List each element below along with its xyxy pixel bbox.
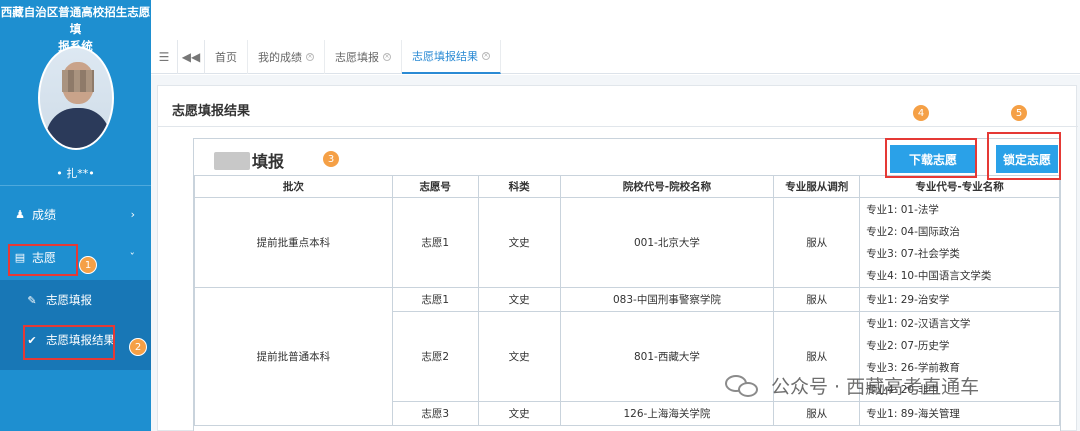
- batch-cell: 提前批普通本科: [194, 287, 393, 426]
- major-item: 专业2: 04-国际政治: [866, 225, 960, 238]
- step-badge-1: 1: [79, 256, 97, 274]
- close-icon[interactable]: ×: [306, 52, 314, 61]
- wechat-icon: [725, 373, 761, 399]
- tab-home[interactable]: 首页: [205, 39, 248, 74]
- school-cell: 001-北京大学: [559, 197, 775, 288]
- menu-icon[interactable]: ☰: [151, 50, 177, 64]
- table-row: 提前批普通本科 志愿1 文史 083-中国刑事警察学院 服从 专业1: 29-治…: [194, 287, 1060, 426]
- tab-volunteer-result[interactable]: 志愿填报结果 ×: [402, 39, 501, 74]
- user-name-dropdown[interactable]: • 扎**•: [0, 165, 151, 181]
- majors-cell: 专业1: 29-治安学: [859, 287, 1060, 312]
- sidebar-item-scores[interactable]: ♟ 成绩 ›: [0, 195, 151, 233]
- rewind-icon[interactable]: ◀◀: [178, 50, 204, 64]
- tab-label: 志愿填报: [335, 50, 379, 64]
- adjust-cell: 服从: [773, 401, 861, 426]
- major-item: 专业1: 02-汉语言文学: [866, 317, 971, 330]
- sidebar-subitem-label: 志愿填报: [46, 293, 92, 307]
- major-item: 专业4: 10-中国语言文学类: [866, 269, 992, 282]
- type-cell: 文史: [477, 197, 561, 288]
- type-cell: 文史: [477, 287, 561, 312]
- nav-divider: [0, 185, 151, 186]
- highlight-result: [23, 325, 115, 360]
- adjust-cell: 服从: [773, 197, 861, 288]
- majors-cell: 专业1: 01-法学 专业2: 04-国际政治 专业3: 07-社会学类 专业4…: [859, 197, 1060, 288]
- app-window: 西藏自治区普通高校招生志愿填 报系统 • 扎**• ♟ 成绩 › ▤ 志愿 ˇ …: [0, 0, 1080, 431]
- step-badge-5: 5: [1010, 104, 1028, 122]
- panel-title: 志愿填报结果: [172, 104, 251, 119]
- school-cell: 126-上海海关学院: [559, 401, 775, 426]
- blurred-name: [214, 152, 250, 170]
- tab-my-scores[interactable]: 我的成绩 ×: [248, 39, 325, 74]
- system-title-line1: 西藏自治区普通高校招生志愿填: [0, 5, 151, 36]
- step-badge-2: 2: [129, 338, 147, 356]
- majors-cell: 专业1: 89-海关管理: [859, 401, 1060, 426]
- tab-volunteer-fill[interactable]: 志愿填报 ×: [325, 39, 402, 74]
- volunteer-no-cell: 志愿1: [391, 197, 479, 288]
- card-title: 填报: [214, 148, 284, 172]
- watermark: 公众号 · 西藏高考直通车: [725, 372, 979, 399]
- volunteer-no-cell: 志愿2: [391, 311, 479, 402]
- column-header: 专业服从调剂: [773, 175, 861, 198]
- step-badge-3: 3: [322, 150, 340, 168]
- highlight-download: [885, 138, 977, 178]
- major-item: 专业3: 07-社会学类: [866, 247, 960, 260]
- major-item: 专业1: 01-法学: [866, 203, 939, 216]
- school-cell: 083-中国刑事警察学院: [559, 287, 775, 312]
- column-header: 志愿号: [391, 175, 479, 198]
- step-badge-4: 4: [912, 104, 930, 122]
- table-header-row: 批次 志愿号 科类 院校代号-院校名称 专业服从调剂 专业代号-专业名称: [194, 175, 1060, 198]
- major-item: 专业2: 07-历史学: [866, 339, 950, 352]
- card-title-text: 填报: [252, 152, 285, 171]
- tab-bar: ☰ ◀◀ 首页 我的成绩 × 志愿填报 × 志愿填报结果 ×: [151, 39, 1080, 74]
- sidebar-subitem-fill[interactable]: ✎ 志愿填报: [0, 282, 151, 318]
- column-header: 批次: [194, 175, 393, 198]
- adjust-cell: 服从: [773, 287, 861, 312]
- column-header: 科类: [477, 175, 561, 198]
- avatar[interactable]: [38, 46, 114, 150]
- tab-label: 首页: [215, 50, 237, 64]
- user-icon: ♟: [15, 207, 25, 221]
- tab-label: 志愿填报结果: [412, 49, 478, 63]
- type-cell: 文史: [477, 401, 561, 426]
- highlight-volunteer: [8, 244, 78, 276]
- volunteer-no-cell: 志愿3: [391, 401, 479, 426]
- column-header: 院校代号-院校名称: [559, 175, 775, 198]
- type-cell: 文史: [477, 311, 561, 402]
- sidebar: 西藏自治区普通高校招生志愿填 报系统 • 扎**• ♟ 成绩 › ▤ 志愿 ˇ …: [0, 0, 151, 431]
- tab-label: 我的成绩: [258, 50, 302, 64]
- highlight-lock: [987, 132, 1061, 180]
- volunteer-no-cell: 志愿1: [391, 287, 479, 312]
- close-icon[interactable]: ×: [383, 52, 391, 61]
- table-row: 提前批重点本科 志愿1 文史 001-北京大学 服从 专业1: 01-法学 专业…: [194, 197, 1060, 288]
- chevron-right-icon: ›: [130, 207, 135, 221]
- major-item: 专业1: 29-治安学: [866, 293, 950, 306]
- chevron-down-icon: ˇ: [129, 250, 136, 264]
- close-icon[interactable]: ×: [482, 51, 490, 60]
- sidebar-item-label: 成绩: [32, 207, 57, 222]
- edit-icon: ✎: [27, 293, 37, 307]
- major-item: 专业1: 89-海关管理: [866, 407, 960, 420]
- watermark-text: 公众号 · 西藏高考直通车: [771, 376, 980, 398]
- batch-cell: 提前批重点本科: [194, 197, 393, 288]
